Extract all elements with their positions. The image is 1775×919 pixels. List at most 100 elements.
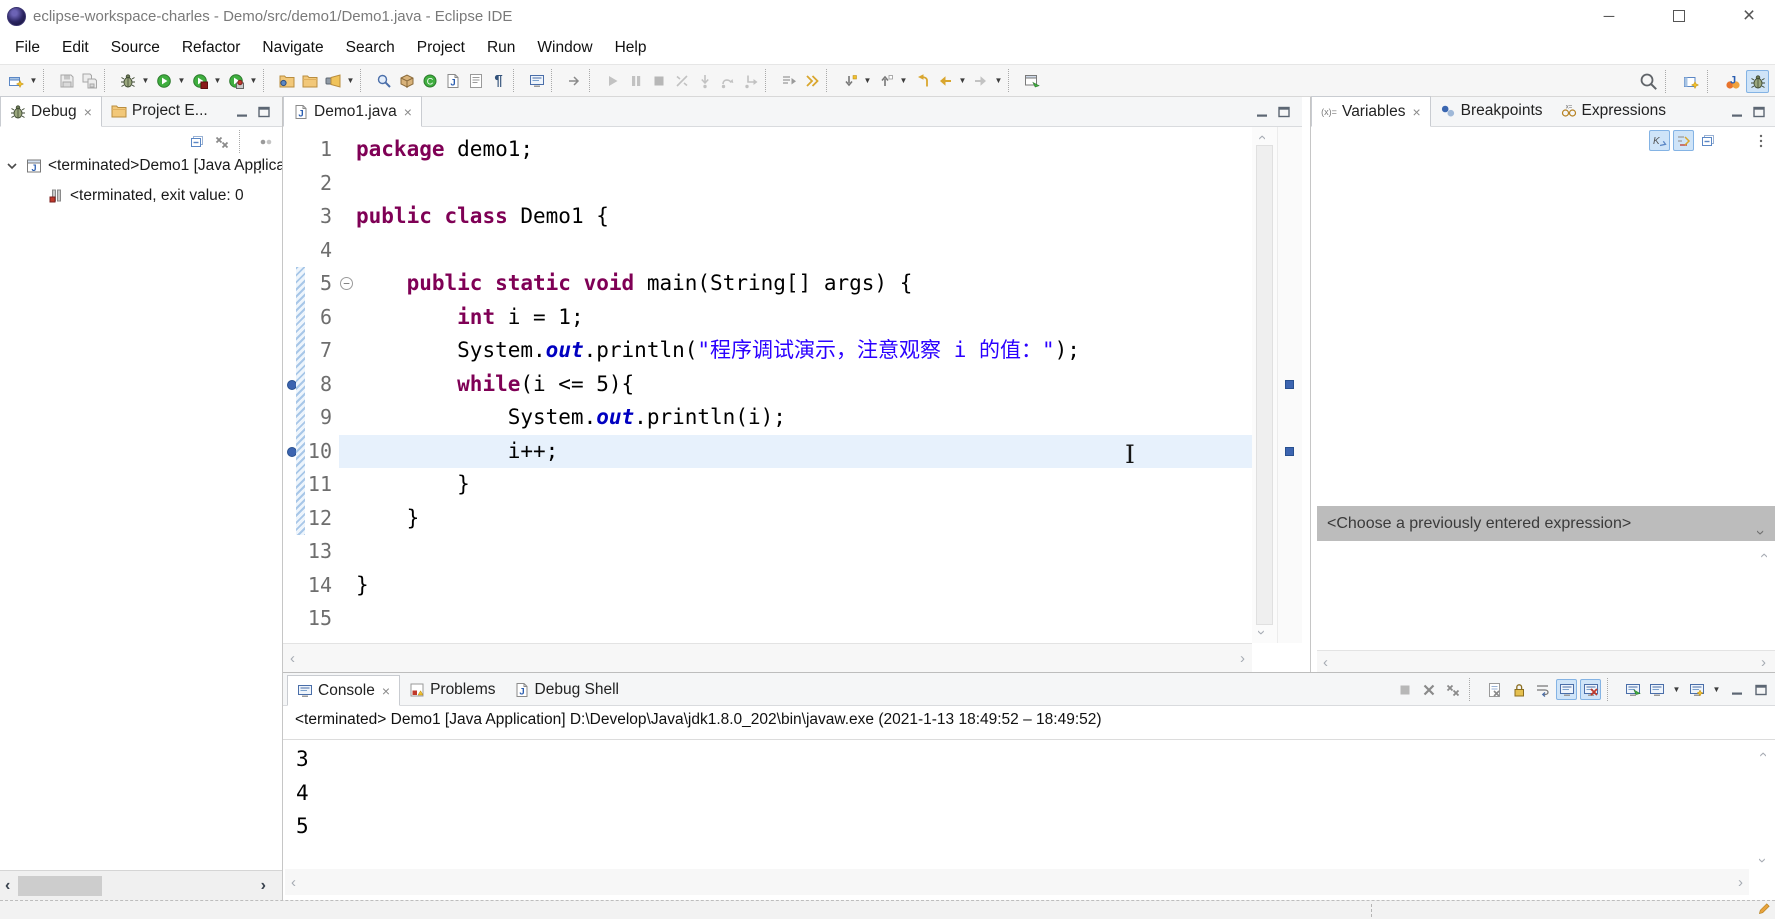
collapse-all-icon[interactable]: [186, 131, 207, 152]
code-text[interactable]: [356, 167, 1252, 201]
show-stdout-icon[interactable]: [1556, 679, 1577, 700]
code-text[interactable]: public class Demo1 {: [356, 200, 1252, 234]
scrollbar-thumb[interactable]: [1256, 145, 1273, 625]
display-console-icon[interactable]: [1646, 679, 1667, 700]
chevron-down-icon[interactable]: ›: [1743, 530, 1775, 535]
terminate-icon[interactable]: [647, 69, 670, 92]
debug-perspective-icon[interactable]: [1746, 70, 1769, 93]
dropdown-arrow-icon[interactable]: ▼: [344, 69, 357, 92]
code-text[interactable]: int i = 1;: [356, 301, 1252, 335]
dropdown-arrow-icon[interactable]: ▼: [139, 69, 152, 92]
step-into-icon[interactable]: [693, 69, 716, 92]
last-edit-location-icon[interactable]: [910, 69, 933, 92]
editor-hscrollbar[interactable]: ‹ ›: [283, 643, 1252, 672]
code-text[interactable]: System.out.println("程序调试演示，注意观察 i 的值：");: [356, 334, 1252, 368]
code-line-9[interactable]: 9 System.out.println(i);: [303, 401, 1252, 435]
external-tools-icon[interactable]: [224, 69, 247, 92]
view-menu-icon[interactable]: [1750, 130, 1771, 151]
view-tab-problems[interactable]: Problems: [400, 675, 504, 705]
dropdown-arrow-icon[interactable]: ▼: [861, 69, 874, 92]
open-console-icon[interactable]: [1686, 679, 1707, 700]
scroll-up-icon[interactable]: ›: [1756, 553, 1771, 558]
menu-refactor[interactable]: Refactor: [171, 35, 252, 61]
menu-window[interactable]: Window: [526, 35, 603, 61]
scroll-left-icon[interactable]: ‹: [5, 878, 10, 894]
pin-console-icon[interactable]: [1622, 679, 1643, 700]
close-icon[interactable]: ×: [382, 686, 390, 696]
maximize-view-icon[interactable]: [1751, 104, 1767, 120]
logical-structures-icon[interactable]: [1673, 130, 1694, 151]
scroll-left-icon[interactable]: ‹: [1323, 655, 1328, 670]
code-line-15[interactable]: 15: [303, 602, 1252, 636]
next-annotation-icon[interactable]: [838, 69, 861, 92]
open-folder-icon[interactable]: [298, 69, 321, 92]
dropdown-arrow-icon[interactable]: ▼: [27, 69, 40, 92]
code-line-7[interactable]: 7 System.out.println("程序调试演示，注意观察 i 的值："…: [303, 334, 1252, 368]
code-line-12[interactable]: 12 }: [303, 502, 1252, 536]
view-tab-debug-shell[interactable]: JDebug Shell: [505, 675, 628, 705]
scroll-right-icon[interactable]: ›: [1738, 875, 1743, 890]
chevron-down-icon[interactable]: [4, 160, 20, 172]
scroll-left-icon[interactable]: ‹: [290, 651, 295, 666]
code-line-14[interactable]: 14}: [303, 569, 1252, 603]
open-type-icon[interactable]: [372, 69, 395, 92]
scroll-down-icon[interactable]: ›: [1254, 630, 1269, 635]
remove-terminated-icon[interactable]: [1442, 679, 1463, 700]
code-text[interactable]: }: [356, 569, 1252, 603]
editor-tab-demo1-java[interactable]: JDemo1.java×: [283, 96, 422, 127]
code-line-11[interactable]: 11 }: [303, 468, 1252, 502]
menu-search[interactable]: Search: [335, 35, 406, 61]
scroll-down-icon[interactable]: ›: [1755, 858, 1770, 863]
menu-navigate[interactable]: Navigate: [251, 35, 334, 61]
scroll-right-icon[interactable]: ›: [1240, 651, 1245, 666]
tree-item[interactable]: J<terminated>Demo1 [Java Application]: [0, 151, 282, 181]
code-text[interactable]: [356, 234, 1252, 268]
view-tab-breakpoints[interactable]: Breakpoints: [1431, 96, 1552, 126]
minimize-icon[interactable]: [1726, 679, 1747, 700]
minimize-view-icon[interactable]: [234, 104, 250, 120]
tree-item[interactable]: <terminated, exit value: 0: [0, 181, 282, 211]
overview-breakpoint-marker[interactable]: [1285, 380, 1294, 389]
new-package-icon[interactable]: [395, 69, 418, 92]
scrollbar-thumb[interactable]: [18, 876, 102, 896]
save-icon[interactable]: [55, 69, 78, 92]
coverage-icon[interactable]: [188, 69, 211, 92]
java-perspective-icon[interactable]: J: [1721, 70, 1744, 93]
console-hscrollbar[interactable]: ‹ ›: [285, 869, 1749, 895]
view-tab-variables[interactable]: (x)=Variables×: [1311, 96, 1431, 127]
code-line-13[interactable]: 13: [303, 535, 1252, 569]
scroll-up-icon[interactable]: ›: [1755, 752, 1770, 757]
new-folder-icon[interactable]: [275, 69, 298, 92]
code-line-4[interactable]: 4: [303, 234, 1252, 268]
prev-annotation-icon[interactable]: [874, 69, 897, 92]
code-area[interactable]: 1package demo1;23public class Demo1 {45−…: [303, 127, 1252, 643]
code-text[interactable]: }: [356, 468, 1252, 502]
close-icon[interactable]: ×: [404, 107, 412, 117]
maximize-window-button[interactable]: [1656, 0, 1702, 32]
dropdown-arrow-icon[interactable]: ▼: [956, 69, 969, 92]
scroll-left-icon[interactable]: ‹: [291, 875, 296, 890]
run-to-line-icon[interactable]: [800, 69, 823, 92]
debug-icon[interactable]: [116, 69, 139, 92]
code-line-8[interactable]: 8 while(i <= 5){: [303, 368, 1252, 402]
dropdown-arrow-icon[interactable]: ▼: [1670, 678, 1683, 701]
remove-terminated-icon[interactable]: [211, 131, 232, 152]
code-line-3[interactable]: 3public class Demo1 {: [303, 200, 1252, 234]
code-text[interactable]: }: [356, 502, 1252, 536]
terminate-icon[interactable]: [1394, 679, 1415, 700]
minimize-view-icon[interactable]: [1254, 104, 1270, 120]
menu-help[interactable]: Help: [604, 35, 658, 61]
instruction-stepping-icon[interactable]: [777, 69, 800, 92]
view-dots-icon[interactable]: [255, 131, 276, 152]
console-output[interactable]: 345: [296, 743, 1735, 864]
minimize-view-icon[interactable]: [1729, 104, 1745, 120]
view-tab-debug[interactable]: Debug×: [0, 96, 102, 127]
editor-vscrollbar[interactable]: › ›: [1252, 127, 1277, 643]
scroll-up-icon[interactable]: ›: [1254, 135, 1269, 140]
dropdown-arrow-icon[interactable]: ▼: [175, 69, 188, 92]
close-icon[interactable]: ×: [1412, 107, 1420, 117]
breadcrumb-icon[interactable]: [563, 69, 586, 92]
code-text[interactable]: i++;: [356, 435, 1252, 469]
code-text[interactable]: [356, 602, 1252, 636]
remove-launch-icon[interactable]: [1418, 679, 1439, 700]
